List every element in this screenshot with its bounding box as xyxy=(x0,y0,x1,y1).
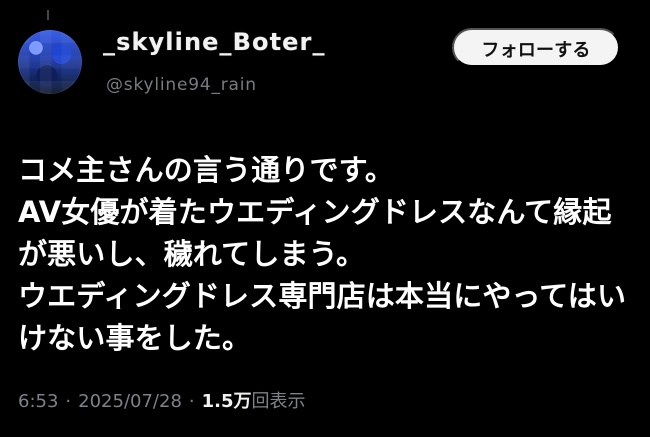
meta-separator: · xyxy=(65,391,72,412)
meta-separator: · xyxy=(188,391,195,412)
avatar[interactable] xyxy=(18,30,82,94)
views-count: 1.5万 xyxy=(201,391,252,412)
tweet-header: _skyline_Boter_ @skyline94_rain フォローする xyxy=(0,0,650,110)
tweet-text: コメ主さんの言う通りです。AV女優が着たウエディングドレスなんて縁起が悪いし、穢… xyxy=(18,153,627,355)
tweet-meta: 6:53 · 2025/07/28 · 1.5万 回表示 xyxy=(18,388,306,416)
follow-button[interactable]: フォローする xyxy=(452,28,620,67)
post-date: 2025/07/28 xyxy=(78,391,182,412)
user-handle[interactable]: @skyline94_rain xyxy=(106,74,257,96)
post-time: 6:53 xyxy=(18,391,59,412)
views-label: 回表示 xyxy=(251,391,306,412)
display-name[interactable]: _skyline_Boter_ xyxy=(103,28,326,56)
top-marker xyxy=(47,10,49,20)
